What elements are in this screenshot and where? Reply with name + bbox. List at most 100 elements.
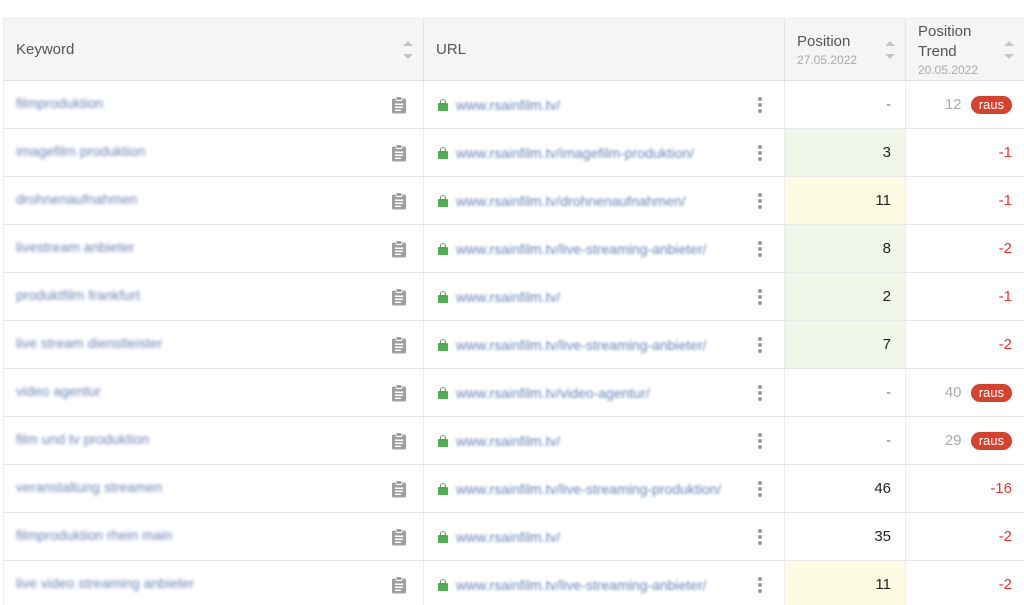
trend-cell: 12 raus	[905, 80, 1024, 129]
trend-value: -2	[998, 336, 1012, 353]
lock-icon	[438, 434, 448, 447]
position-cell: -	[784, 416, 906, 465]
keyword-cell: live video streaming anbieter	[3, 560, 424, 605]
column-header-position[interactable]: Position 27.05.2022	[784, 18, 906, 81]
table-row: filmproduktion rhein main www.rsainfilm.…	[3, 512, 1024, 561]
table-row: veranstaltung streamen www.rsainfilm.tv/…	[3, 464, 1024, 513]
clipboard-icon[interactable]	[391, 431, 407, 450]
trend-value: -1	[998, 144, 1012, 161]
position-cell: 46	[784, 464, 906, 513]
position-cell: 11	[784, 560, 906, 605]
keyword-link[interactable]: live stream dienstleister	[4, 335, 162, 351]
sort-icon[interactable]	[885, 39, 895, 61]
trend-header-label-line1: Position	[918, 22, 972, 40]
previous-position: 29	[944, 431, 962, 449]
trend-value: -2	[998, 240, 1012, 257]
previous-position: 12	[944, 95, 962, 113]
url-cell: www.rsainfilm.tv/live-streaming-produkti…	[423, 464, 785, 513]
keyword-link[interactable]: filmproduktion	[4, 95, 103, 111]
more-options-icon[interactable]	[758, 576, 762, 593]
more-options-icon[interactable]	[758, 384, 762, 401]
trend-cell: 40 raus	[905, 368, 1024, 417]
trend-value: -2	[998, 576, 1012, 593]
keyword-link[interactable]: produktfilm frankfurt	[4, 287, 140, 303]
clipboard-icon[interactable]	[391, 335, 407, 354]
keyword-cell: live stream dienstleister	[3, 320, 424, 369]
column-header-keyword[interactable]: Keyword	[3, 18, 424, 81]
url-cell: www.rsainfilm.tv/	[423, 416, 785, 465]
position-cell: -	[784, 368, 906, 417]
trend-cell: 29 raus	[905, 416, 1024, 465]
url-link[interactable]: www.rsainfilm.tv/imagefilm-produktion/	[456, 145, 694, 161]
position-cell: 2	[784, 272, 906, 321]
keyword-link[interactable]: live video streaming anbieter	[4, 575, 194, 591]
keyword-link[interactable]: video agentur	[4, 383, 101, 399]
more-options-icon[interactable]	[758, 432, 762, 449]
url-link[interactable]: www.rsainfilm.tv/live-streaming-produkti…	[456, 481, 721, 497]
keyword-cell: veranstaltung streamen	[3, 464, 424, 513]
status-badge: raus	[970, 95, 1012, 114]
url-link[interactable]: www.rsainfilm.tv/	[456, 433, 560, 449]
url-link[interactable]: www.rsainfilm.tv/live-streaming-anbieter…	[456, 241, 707, 257]
keyword-link[interactable]: drohnenaufnahmen	[4, 191, 137, 207]
clipboard-icon[interactable]	[391, 191, 407, 210]
keyword-header-label: Keyword	[16, 41, 75, 58]
trend-cell: -1	[905, 176, 1024, 225]
keyword-cell: filmproduktion	[3, 80, 424, 129]
column-header-url: URL	[423, 18, 785, 81]
more-options-icon[interactable]	[758, 480, 762, 497]
clipboard-icon[interactable]	[391, 527, 407, 546]
url-link[interactable]: www.rsainfilm.tv/	[456, 289, 560, 305]
clipboard-icon[interactable]	[391, 95, 407, 114]
keyword-link[interactable]: veranstaltung streamen	[4, 479, 162, 495]
url-link[interactable]: www.rsainfilm.tv/live-streaming-anbieter…	[456, 337, 707, 353]
url-cell: www.rsainfilm.tv/	[423, 512, 785, 561]
clipboard-icon[interactable]	[391, 575, 407, 594]
previous-position: 40	[944, 383, 962, 401]
more-options-icon[interactable]	[758, 192, 762, 209]
trend-value: -1	[998, 192, 1012, 209]
keyword-link[interactable]: imagefilm produktion	[4, 143, 145, 159]
clipboard-icon[interactable]	[391, 383, 407, 402]
url-cell: www.rsainfilm.tv/imagefilm-produktion/	[423, 128, 785, 177]
status-badge: raus	[970, 383, 1012, 402]
keyword-link[interactable]: film und tv produktion	[4, 431, 149, 447]
keyword-cell: imagefilm produktion	[3, 128, 424, 177]
trend-cell: -2	[905, 512, 1024, 561]
more-options-icon[interactable]	[758, 288, 762, 305]
trend-cell: -16	[905, 464, 1024, 513]
url-link[interactable]: www.rsainfilm.tv/	[456, 529, 560, 545]
lock-icon	[438, 98, 448, 111]
lock-icon	[438, 194, 448, 207]
keyword-cell: film und tv produktion	[3, 416, 424, 465]
trend-value: -1	[998, 288, 1012, 305]
lock-icon	[438, 242, 448, 255]
sort-icon[interactable]	[403, 39, 413, 61]
keyword-cell: drohnenaufnahmen	[3, 176, 424, 225]
clipboard-icon[interactable]	[391, 287, 407, 306]
keyword-link[interactable]: filmproduktion rhein main	[4, 527, 172, 543]
trend-cell: -2	[905, 224, 1024, 273]
more-options-icon[interactable]	[758, 144, 762, 161]
url-link[interactable]: www.rsainfilm.tv/	[456, 97, 560, 113]
clipboard-icon[interactable]	[391, 239, 407, 258]
more-options-icon[interactable]	[758, 336, 762, 353]
keyword-cell: produktfilm frankfurt	[3, 272, 424, 321]
url-link[interactable]: www.rsainfilm.tv/video-agentur/	[456, 385, 650, 401]
more-options-icon[interactable]	[758, 240, 762, 257]
table-row: drohnenaufnahmen www.rsainfilm.tv/drohne…	[3, 176, 1024, 225]
url-cell: www.rsainfilm.tv/live-streaming-anbieter…	[423, 224, 785, 273]
sort-icon[interactable]	[1004, 39, 1014, 61]
more-options-icon[interactable]	[758, 96, 762, 113]
position-cell: 11	[784, 176, 906, 225]
url-link[interactable]: www.rsainfilm.tv/drohnenaufnahmen/	[456, 193, 686, 209]
url-link[interactable]: www.rsainfilm.tv/live-streaming-anbieter…	[456, 577, 707, 593]
column-header-position-trend[interactable]: Position Trend 20.05.2022	[905, 18, 1024, 81]
keyword-ranking-table: Keyword URL Position 27.05.2022 Position…	[3, 18, 1024, 605]
table-row: filmproduktion www.rsainfilm.tv/ - 12 ra…	[3, 80, 1024, 129]
clipboard-icon[interactable]	[391, 479, 407, 498]
more-options-icon[interactable]	[758, 528, 762, 545]
table-row: live video streaming anbieter www.rsainf…	[3, 560, 1024, 605]
clipboard-icon[interactable]	[391, 143, 407, 162]
keyword-link[interactable]: livestream anbieter	[4, 239, 134, 255]
